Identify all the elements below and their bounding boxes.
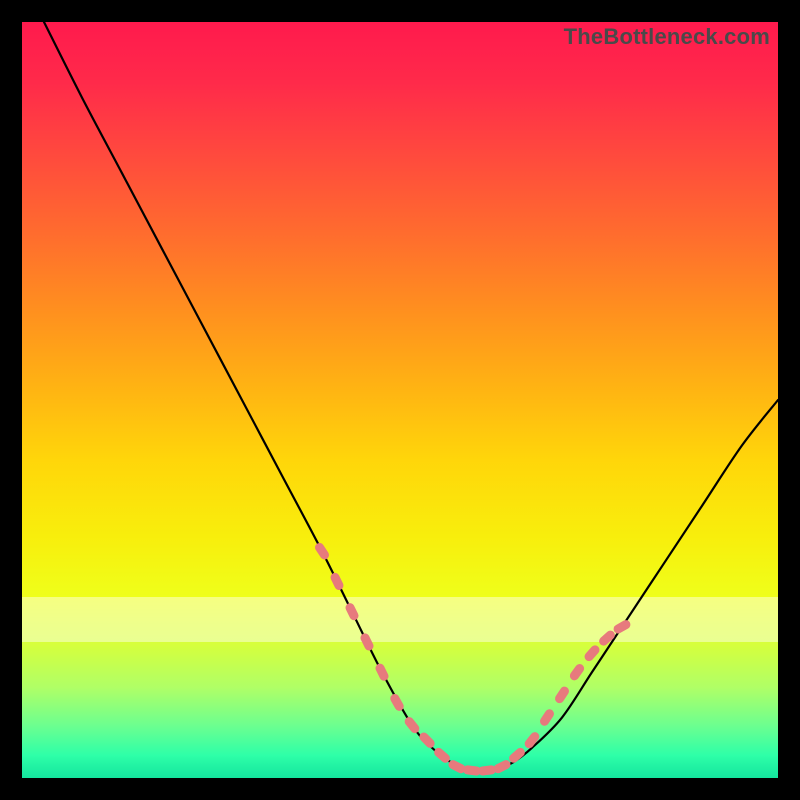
curve-marker bbox=[313, 541, 330, 561]
curve-marker bbox=[359, 632, 375, 652]
plot-area: TheBottleneck.com bbox=[22, 22, 778, 778]
curve-marker bbox=[478, 765, 497, 776]
curve-marker bbox=[344, 602, 360, 622]
curve-layer bbox=[22, 22, 778, 778]
curve-marker bbox=[403, 715, 421, 735]
curve-marker bbox=[523, 730, 541, 750]
curve-marker bbox=[583, 644, 602, 663]
chart-stage: TheBottleneck.com bbox=[0, 0, 800, 800]
curve-marker bbox=[553, 685, 570, 705]
curve-marker bbox=[568, 662, 586, 682]
curve-marker bbox=[417, 731, 436, 750]
curve-marker bbox=[329, 571, 345, 591]
curve-marker bbox=[374, 662, 390, 682]
curve-marker bbox=[612, 618, 632, 635]
watermark-text: TheBottleneck.com bbox=[564, 24, 770, 50]
marker-group bbox=[313, 541, 632, 776]
curve-marker bbox=[538, 708, 555, 728]
bottleneck-curve bbox=[44, 22, 778, 771]
